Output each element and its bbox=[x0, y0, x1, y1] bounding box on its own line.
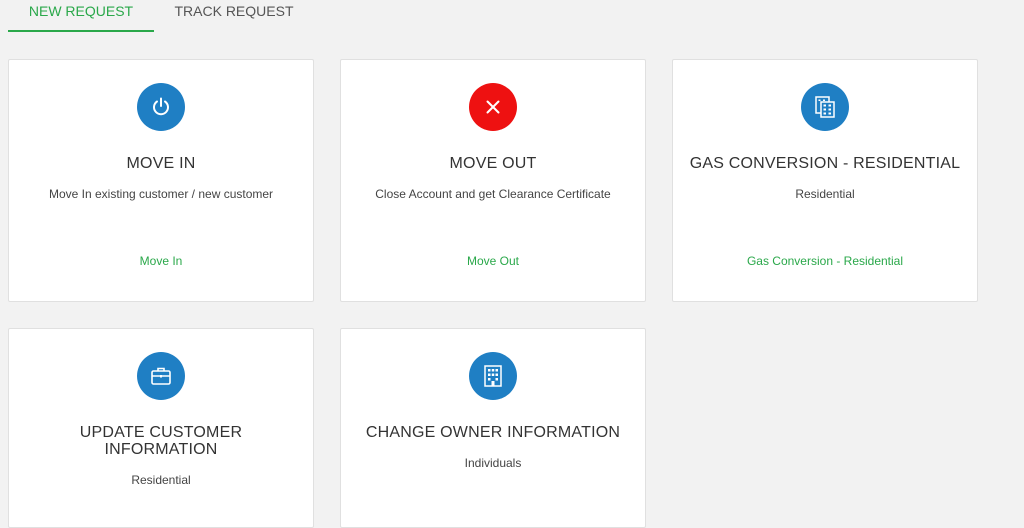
card-update-customer-information[interactable]: UPDATE CUSTOMER INFORMATION Residential bbox=[8, 328, 314, 528]
request-tabs: NEW REQUEST TRACK REQUEST bbox=[0, 0, 1024, 34]
card-move-out[interactable]: MOVE OUT Close Account and get Clearance… bbox=[340, 59, 646, 302]
move-out-link[interactable]: Move Out bbox=[351, 254, 635, 268]
card-title: MOVE OUT bbox=[449, 155, 537, 172]
card-description: Individuals bbox=[464, 456, 522, 470]
power-icon bbox=[137, 83, 185, 131]
briefcase-icon bbox=[137, 352, 185, 400]
card-description: Close Account and get Clearance Certific… bbox=[375, 187, 611, 201]
tab-track-request[interactable]: TRACK REQUEST bbox=[160, 0, 308, 32]
close-icon bbox=[469, 83, 517, 131]
card-title: MOVE IN bbox=[126, 155, 196, 172]
card-title: UPDATE CUSTOMER INFORMATION bbox=[79, 424, 243, 458]
card-description: Residential bbox=[131, 473, 191, 487]
card-description: Move In existing customer / new customer bbox=[48, 187, 274, 201]
move-in-link[interactable]: Move In bbox=[19, 254, 303, 268]
card-gas-conversion[interactable]: GAS CONVERSION - RESIDENTIAL Residential… bbox=[672, 59, 978, 302]
gas-conversion-link[interactable]: Gas Conversion - Residential bbox=[683, 254, 967, 268]
card-title: CHANGE OWNER INFORMATION bbox=[365, 424, 621, 441]
card-move-in[interactable]: MOVE IN Move In existing customer / new … bbox=[8, 59, 314, 302]
card-title: GAS CONVERSION - RESIDENTIAL bbox=[689, 155, 961, 172]
card-change-owner-information[interactable]: CHANGE OWNER INFORMATION Individuals bbox=[340, 328, 646, 528]
card-description: Residential bbox=[795, 187, 855, 201]
tab-new-request[interactable]: NEW REQUEST bbox=[8, 0, 154, 32]
building-icon bbox=[801, 83, 849, 131]
building-icon bbox=[469, 352, 517, 400]
